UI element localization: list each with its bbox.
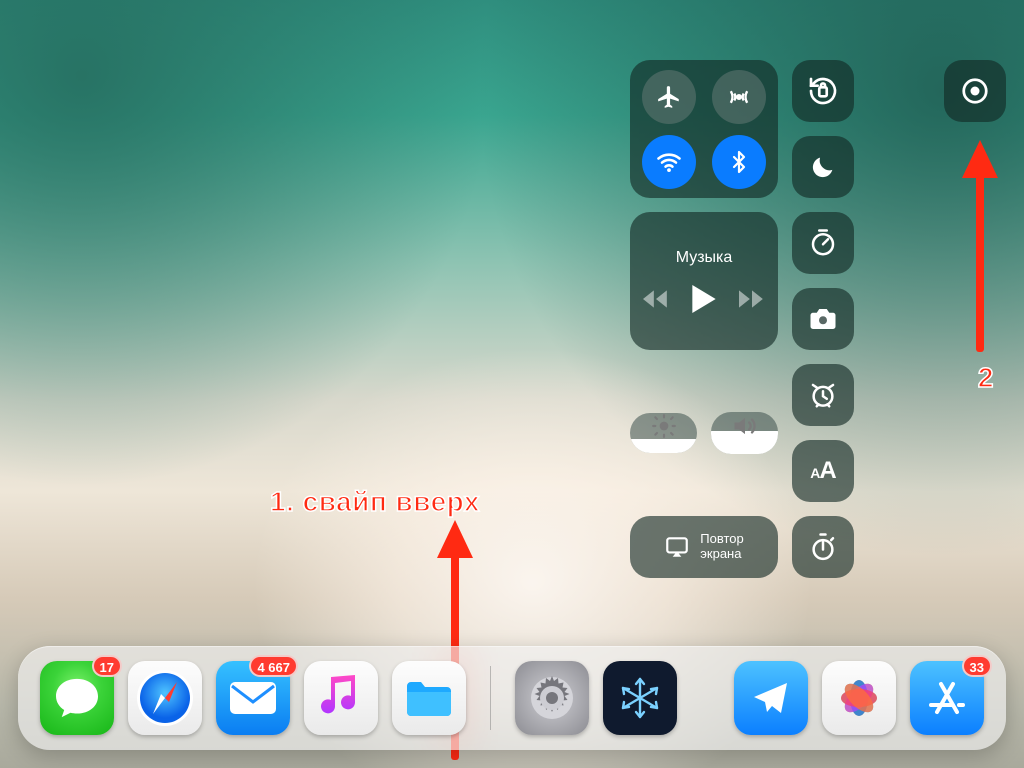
connectivity-group <box>630 60 778 198</box>
music-note-icon <box>321 675 361 721</box>
camera-button[interactable] <box>792 288 854 350</box>
stopwatch-icon <box>808 532 838 562</box>
stopwatch-button[interactable] <box>792 516 854 578</box>
dock-app-music[interactable] <box>304 661 378 735</box>
dock-app-settings[interactable] <box>515 661 589 735</box>
airplane-mode-toggle[interactable] <box>642 70 696 124</box>
next-track-icon[interactable] <box>739 289 765 309</box>
photos-icon <box>832 671 886 725</box>
antenna-icon <box>725 83 753 111</box>
gear-icon <box>526 672 578 724</box>
text-size-icon: AA <box>810 457 835 485</box>
play-icon[interactable] <box>691 285 717 313</box>
mail-icon <box>228 680 278 716</box>
bluetooth-icon <box>727 150 751 174</box>
dock-app-appstore[interactable]: 33 <box>910 661 984 735</box>
dock: 17 4 667 33 <box>18 646 1006 750</box>
bluetooth-toggle[interactable] <box>712 135 766 189</box>
text-size-button[interactable]: AA <box>792 440 854 502</box>
telegram-icon <box>749 676 793 720</box>
dock-app-photos[interactable] <box>822 661 896 735</box>
airplay-icon <box>664 534 690 560</box>
screen-mirroring-button[interactable]: Повтор экрана <box>630 516 778 578</box>
dock-separator <box>490 666 491 730</box>
moon-icon <box>809 153 837 181</box>
mail-badge: 4 667 <box>249 655 298 677</box>
dock-app-custom[interactable] <box>603 661 677 735</box>
screen-mirroring-label: Повтор экрана <box>700 532 743 562</box>
dock-app-mail[interactable]: 4 667 <box>216 661 290 735</box>
wifi-icon <box>655 148 683 176</box>
messages-icon <box>54 677 100 719</box>
camera-icon <box>808 304 838 334</box>
dock-app-telegram[interactable] <box>734 661 808 735</box>
alarm-clock-icon <box>808 380 838 410</box>
snowflake-icon <box>617 675 663 721</box>
annotation-label-1: 1. свайп вверх <box>270 486 480 518</box>
volume-icon <box>731 412 759 440</box>
volume-slider[interactable] <box>711 412 778 454</box>
airplane-icon <box>656 84 682 110</box>
rotation-lock-icon <box>807 75 839 107</box>
appstore-badge: 33 <box>962 655 992 677</box>
brightness-icon <box>651 413 677 439</box>
orientation-lock-toggle[interactable] <box>792 60 854 122</box>
media-title: Музыка <box>676 249 733 267</box>
sliders-group <box>630 364 778 502</box>
control-center-panel: Музыка AA Повтор экран <box>630 60 928 578</box>
wifi-toggle[interactable] <box>642 135 696 189</box>
annotation-label-2: 2 <box>978 362 994 394</box>
dock-app-safari[interactable] <box>128 661 202 735</box>
do-not-disturb-toggle[interactable] <box>792 136 854 198</box>
files-icon <box>404 678 454 718</box>
alarm-button[interactable] <box>792 364 854 426</box>
media-playback-module[interactable]: Музыка <box>630 212 778 350</box>
brightness-slider[interactable] <box>630 413 697 453</box>
timer-icon <box>808 228 838 258</box>
timer-button[interactable] <box>792 212 854 274</box>
dock-app-files[interactable] <box>392 661 466 735</box>
screen-record-button[interactable] <box>944 60 1006 122</box>
cellular-data-toggle[interactable] <box>712 70 766 124</box>
safari-icon <box>133 666 197 730</box>
appstore-icon <box>924 675 970 721</box>
previous-track-icon[interactable] <box>643 289 669 309</box>
messages-badge: 17 <box>92 655 122 677</box>
record-icon <box>960 76 990 106</box>
dock-app-messages[interactable]: 17 <box>40 661 114 735</box>
